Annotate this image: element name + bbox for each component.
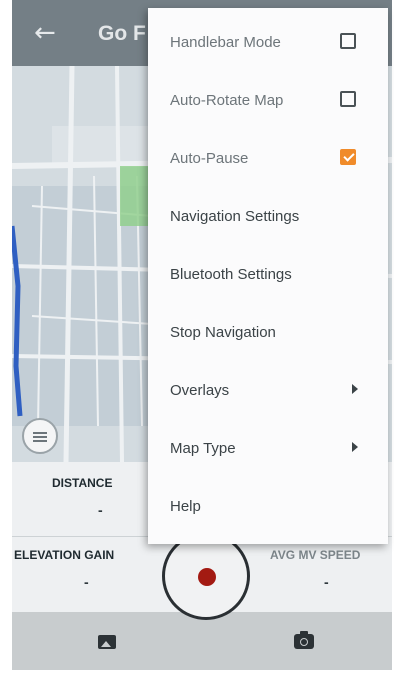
menu-item-label: Handlebar Mode bbox=[170, 34, 281, 51]
menu-item-label: Auto-Pause bbox=[170, 150, 249, 167]
menu-item-auto-rotate-map[interactable]: Auto-Rotate Map bbox=[148, 72, 388, 130]
auto-pause-checkbox[interactable] bbox=[340, 149, 356, 165]
auto-rotate-map-checkbox[interactable] bbox=[340, 91, 356, 107]
avg-speed-label: AVG MV SPEED bbox=[270, 548, 361, 562]
avg-speed-value: - bbox=[324, 574, 329, 590]
menu-item-handlebar-mode[interactable]: Handlebar Mode bbox=[148, 14, 388, 72]
chevron-right-icon bbox=[352, 384, 358, 394]
elevation-gain-label: ELEVATION GAIN bbox=[14, 548, 115, 562]
gallery-icon[interactable] bbox=[98, 635, 116, 649]
distance-value: - bbox=[98, 502, 103, 518]
record-icon bbox=[198, 568, 216, 586]
record-button[interactable] bbox=[162, 532, 250, 620]
chevron-right-icon bbox=[352, 442, 358, 452]
menu-item-overlays[interactable]: Overlays bbox=[148, 362, 388, 420]
camera-icon[interactable] bbox=[294, 631, 314, 649]
handlebar-mode-checkbox[interactable] bbox=[340, 33, 356, 49]
menu-item-label: Stop Navigation bbox=[170, 324, 276, 341]
menu-item-label: Overlays bbox=[170, 382, 230, 399]
menu-item-label: Auto-Rotate Map bbox=[170, 92, 284, 109]
list-icon[interactable] bbox=[22, 418, 58, 454]
overflow-menu: Handlebar Mode Auto-Rotate Map Auto-Paus… bbox=[148, 8, 388, 544]
menu-item-stop-navigation[interactable]: Stop Navigation bbox=[148, 304, 388, 362]
menu-item-map-type[interactable]: Map Type bbox=[148, 420, 388, 478]
menu-item-auto-pause[interactable]: Auto-Pause bbox=[148, 130, 388, 188]
bottom-bar bbox=[12, 612, 392, 670]
menu-item-navigation-settings[interactable]: Navigation Settings bbox=[148, 188, 388, 246]
menu-item-help[interactable]: Help bbox=[148, 478, 388, 536]
page-title: Go F bbox=[98, 22, 146, 45]
menu-item-label: Map Type bbox=[170, 440, 236, 457]
arrow-left-icon[interactable]: ← bbox=[34, 18, 64, 48]
elevation-gain-value: - bbox=[84, 574, 89, 590]
menu-item-bluetooth-settings[interactable]: Bluetooth Settings bbox=[148, 246, 388, 304]
menu-item-label: Help bbox=[170, 498, 201, 515]
menu-item-label: Bluetooth Settings bbox=[170, 266, 292, 283]
distance-label: DISTANCE bbox=[52, 476, 113, 490]
menu-item-label: Navigation Settings bbox=[170, 208, 300, 225]
